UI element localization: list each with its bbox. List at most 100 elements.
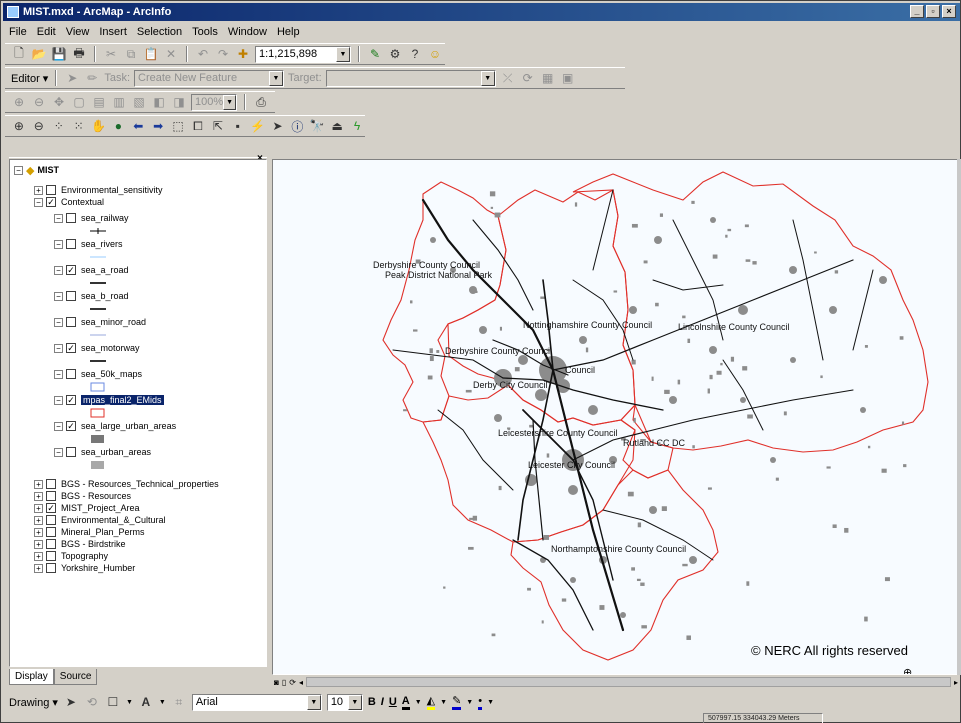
menu-insert[interactable]: Insert	[99, 26, 127, 38]
layer-checkbox[interactable]	[66, 317, 76, 327]
hyperlink-icon[interactable]: ⚡	[250, 118, 266, 134]
chevron-down-icon[interactable]: ▼	[269, 70, 284, 86]
map-canvas[interactable]	[273, 160, 958, 675]
underline-button[interactable]: U	[389, 696, 397, 708]
layer-row[interactable]: − ✓ mpas_final2_EMids	[54, 394, 164, 406]
chevron-down-icon[interactable]: ▼	[347, 694, 362, 710]
collapse-icon[interactable]: −	[54, 447, 63, 457]
collapse-icon[interactable]: −	[54, 239, 63, 249]
map-scale-combo[interactable]: 1:1,215,898 ▼	[255, 45, 351, 63]
undo-icon[interactable]: ↶	[195, 46, 211, 62]
menu-file[interactable]: File	[9, 26, 27, 38]
rotate-tool-icon[interactable]: ⟳	[520, 70, 536, 86]
smiley-icon[interactable]: ☺	[427, 46, 443, 62]
layout-view-icon[interactable]: ▯	[282, 678, 286, 687]
target-combo[interactable]: ▼	[325, 69, 496, 87]
fill-color-icon[interactable]: ◭	[426, 694, 436, 710]
tab-display[interactable]: Display	[9, 669, 54, 685]
layer-row[interactable]: − sea_50k_maps	[54, 368, 142, 380]
collapse-icon[interactable]: −	[34, 197, 43, 207]
layer-row[interactable]: − sea_rivers	[54, 238, 123, 250]
editor-toolbar-icon[interactable]: ✎	[367, 46, 383, 62]
layer-checkbox[interactable]	[46, 551, 56, 561]
collapse-icon[interactable]: −	[54, 421, 63, 431]
select-features-icon[interactable]: ⬚	[170, 118, 186, 134]
layer-checkbox[interactable]: ✓	[46, 197, 56, 207]
forward-extent-icon[interactable]: ◨	[171, 94, 187, 110]
back-extent-icon[interactable]: ◧	[151, 94, 167, 110]
previous-extent-icon[interactable]: ⬅	[130, 118, 146, 134]
layer-checkbox[interactable]: ✓	[66, 265, 76, 275]
chevron-down-icon[interactable]: ▼	[336, 46, 350, 62]
select-elements-icon[interactable]: ⇱	[210, 118, 226, 134]
refresh-icon[interactable]: ⟳	[289, 678, 296, 687]
layer-row[interactable]: − sea_urban_areas	[54, 446, 151, 458]
rotate-element-icon[interactable]: ⟲	[84, 694, 100, 710]
sketch-tool-icon[interactable]: ✏	[84, 70, 100, 86]
collapse-icon[interactable]: −	[54, 395, 63, 405]
cut-icon[interactable]: ✂	[103, 46, 119, 62]
font-size-combo[interactable]: 10 ▼	[326, 693, 363, 711]
zoom-100-icon[interactable]: ▧	[131, 94, 147, 110]
expand-icon[interactable]: +	[34, 551, 43, 561]
collapse-icon[interactable]: −	[54, 317, 63, 327]
find-icon[interactable]: 🔭	[309, 118, 325, 134]
chevron-down-icon[interactable]: ▼	[223, 94, 236, 110]
chevron-down-icon[interactable]: ▼	[480, 70, 495, 86]
measure-icon[interactable]: ▪	[230, 118, 246, 134]
layer-row[interactable]: + BGS - Birdstrike	[34, 538, 126, 550]
menu-tools[interactable]: Tools	[192, 26, 218, 38]
layer-checkbox[interactable]	[46, 563, 56, 573]
line-color-icon[interactable]: ✎	[452, 694, 462, 710]
editor-menu[interactable]: Editor ▾	[11, 72, 48, 85]
map-vertical-scrollbar[interactable]	[957, 159, 961, 675]
toggle-draft-mode-icon[interactable]: ⎙	[253, 94, 269, 110]
scroll-right-icon[interactable]: ▸	[954, 678, 958, 687]
layer-checkbox[interactable]	[46, 527, 56, 537]
layer-row[interactable]: + BGS - Resources	[34, 490, 131, 502]
edit-vertices-icon[interactable]: ⌗	[171, 694, 187, 710]
print-icon[interactable]: 🖶	[71, 46, 87, 62]
layer-row[interactable]: + Yorkshire_Humber	[34, 562, 135, 574]
layer-row[interactable]: − ✓ sea_large_urban_areas	[54, 420, 176, 432]
task-combo[interactable]: Create New Feature ▼	[134, 69, 285, 87]
expand-icon[interactable]: +	[34, 563, 43, 573]
layer-row[interactable]: + Environmental_sensitivity	[34, 184, 163, 196]
layer-checkbox[interactable]: ✓	[46, 503, 56, 513]
layer-checkbox[interactable]	[66, 447, 76, 457]
collapse-icon[interactable]: −	[54, 265, 63, 275]
font-combo[interactable]: Arial ▼	[191, 693, 322, 711]
clear-selection-icon[interactable]: ⧠	[190, 118, 206, 134]
next-extent-icon[interactable]: ➡	[150, 118, 166, 134]
layer-checkbox[interactable]: ✓	[66, 421, 76, 431]
layer-checkbox[interactable]	[46, 479, 56, 489]
layer-row[interactable]: − ✓ sea_a_road	[54, 264, 129, 276]
layer-row[interactable]: + Mineral_Plan_Perms	[34, 526, 145, 538]
italic-button[interactable]: I	[381, 696, 384, 708]
drawing-menu[interactable]: Drawing ▾	[9, 696, 58, 709]
layer-row[interactable]: − sea_minor_road	[54, 316, 146, 328]
zoom-in-page-icon[interactable]: ⊕	[11, 94, 27, 110]
redo-icon[interactable]: ↷	[215, 46, 231, 62]
map-horizontal-scrollbar[interactable]	[305, 677, 951, 687]
layer-checkbox[interactable]	[66, 213, 76, 223]
layer-checkbox[interactable]	[46, 515, 56, 525]
expand-icon[interactable]: +	[34, 539, 43, 549]
fixed-zoom-out-icon[interactable]: ▥	[111, 94, 127, 110]
text-tool-icon[interactable]: A	[138, 694, 154, 710]
layer-checkbox[interactable]: ✓	[66, 395, 76, 405]
zoom-whole-page-icon[interactable]: ▢	[71, 94, 87, 110]
expand-icon[interactable]: +	[34, 491, 43, 501]
fixed-zoom-out-map-icon[interactable]: ⁙	[71, 118, 87, 134]
full-extent-icon[interactable]: ●	[110, 118, 126, 134]
tree-row-root[interactable]: − ◆ MIST	[14, 164, 59, 177]
paste-icon[interactable]: 📋	[143, 46, 159, 62]
fixed-zoom-in-icon[interactable]: ▤	[91, 94, 107, 110]
layer-row[interactable]: + Environmental_&_Cultural	[34, 514, 166, 526]
data-view-icon[interactable]: ◙	[274, 678, 279, 687]
font-color-icon[interactable]: A	[401, 695, 410, 710]
layer-row[interactable]: − sea_railway	[54, 212, 129, 224]
zoom-out-page-icon[interactable]: ⊖	[31, 94, 47, 110]
pan-page-icon[interactable]: ✥	[51, 94, 67, 110]
layer-checkbox[interactable]	[46, 491, 56, 501]
